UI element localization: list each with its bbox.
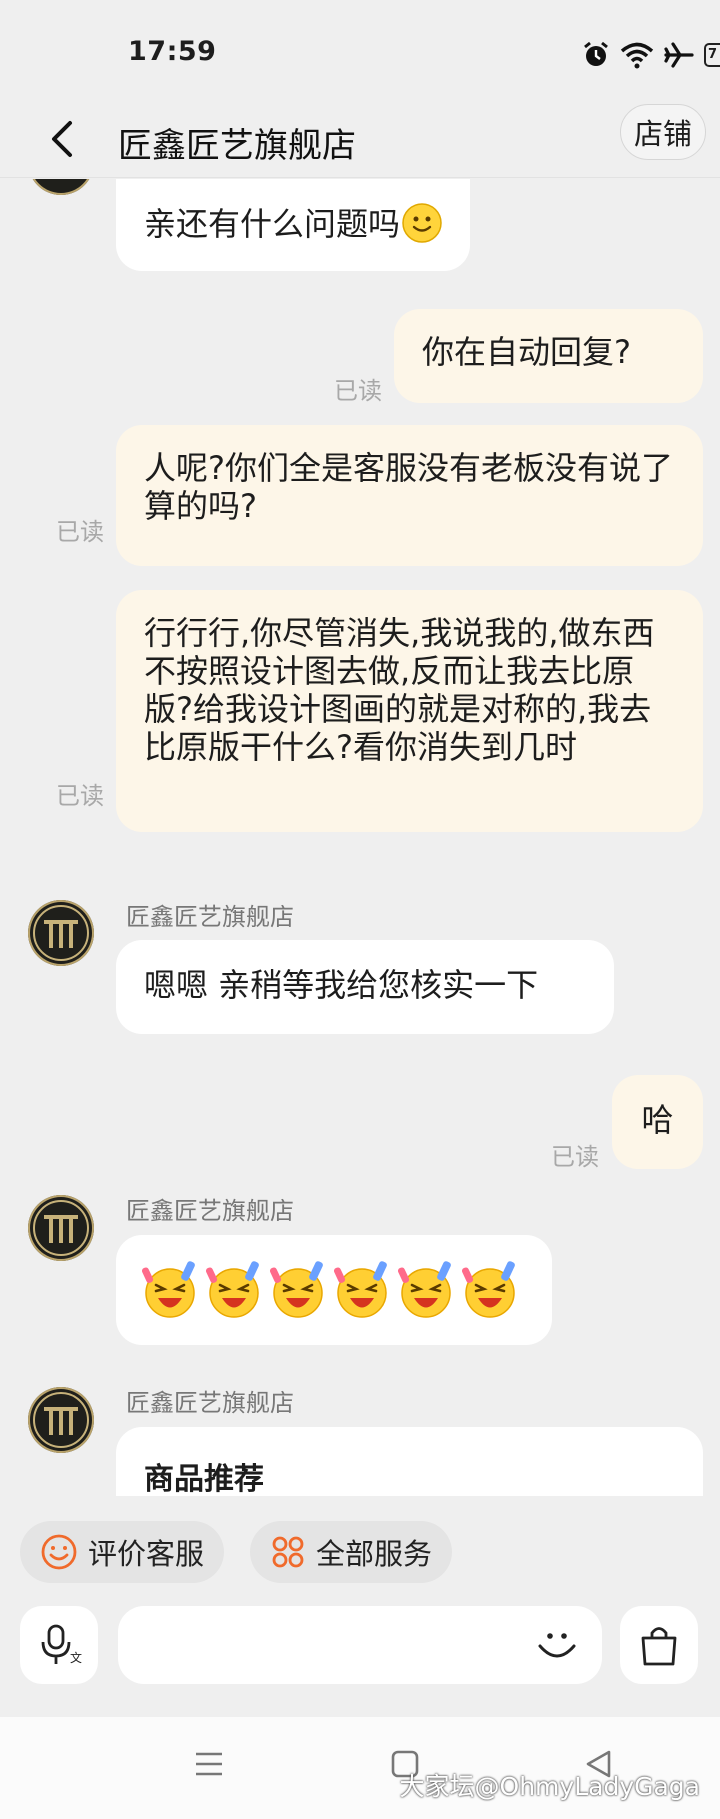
celebrating-face-emoji-icon [397, 1261, 451, 1318]
menu-nav-button[interactable] [194, 1749, 224, 1779]
message-sent[interactable]: 你在自动回复? [394, 309, 703, 403]
wifi-icon [620, 41, 654, 69]
battery-icon: 7 [704, 43, 720, 67]
page-title: 匠鑫匠艺旗舰店 [118, 126, 356, 166]
svg-text:文: 文 [70, 1650, 82, 1665]
read-status: 已读 [551, 1143, 599, 1171]
message-sent[interactable]: 哈 [612, 1075, 703, 1169]
message-text: 你在自动回复? [422, 333, 631, 371]
product-recommend-card[interactable]: 商品推荐 [116, 1427, 703, 1496]
chat-area[interactable]: 亲还有什么问题吗 已读 你在自动回复? 已读 人呢?你们全是客服没有老板没有说了… [0, 179, 720, 1496]
read-status: 已读 [56, 782, 104, 810]
card-title: 商品推荐 [144, 1462, 264, 1496]
avatar[interactable] [28, 1195, 94, 1261]
message-text: 哈 [641, 1101, 674, 1139]
emoji-icon [538, 1633, 576, 1658]
message-sent[interactable]: 人呢?你们全是客服没有老板没有说了算的吗? [116, 425, 703, 566]
watermark: 大家坛@OhmyLadyGaga [399, 1772, 700, 1801]
chevron-left-icon [52, 121, 72, 157]
sender-name: 匠鑫匠艺旗舰店 [126, 1389, 294, 1417]
input-bar: 文 [0, 1604, 720, 1714]
chip-label: 全部服务 [316, 1537, 433, 1571]
all-services-button[interactable]: 全部服务 [250, 1521, 453, 1583]
grid-icon [272, 1536, 304, 1568]
smile-icon [41, 1534, 77, 1570]
chat-header: 匠鑫匠艺旗舰店 店铺 [0, 100, 720, 178]
shop-button[interactable]: 店铺 [620, 104, 706, 160]
celebrating-face-emoji-icon [205, 1261, 259, 1318]
message-received[interactable]: 亲还有什么问题吗 [116, 179, 471, 271]
status-time: 17:59 [128, 36, 217, 67]
airplane-icon [664, 41, 694, 69]
message-text: 行行行,你尽管消失,我说我的,做东西不按照设计图去做,反而让我去比原版?给我设计… [144, 614, 655, 766]
menu-icon [196, 1752, 222, 1776]
read-status: 已读 [56, 518, 104, 546]
alarm-icon [582, 41, 610, 69]
chip-label: 评价客服 [88, 1537, 205, 1571]
back-button[interactable] [38, 114, 88, 164]
emoji-row [140, 1257, 528, 1321]
shopping-bag-icon [641, 1627, 677, 1666]
celebrating-face-emoji-icon [333, 1261, 387, 1318]
message-text: 亲还有什么问题吗 [144, 205, 401, 243]
avatar[interactable] [28, 179, 94, 195]
smiley-emoji-icon [402, 203, 442, 243]
microphone-icon: 文 [41, 1624, 82, 1665]
sender-name: 匠鑫匠艺旗舰店 [126, 1197, 294, 1225]
rate-service-button[interactable]: 评价客服 [20, 1521, 225, 1583]
read-status: 已读 [334, 377, 382, 405]
system-nav-bar: 大家坛@OhmyLadyGaga [0, 1717, 720, 1819]
celebrating-face-emoji-icon [141, 1261, 195, 1318]
message-received[interactable]: 嗯嗯 亲稍等我给您核实一下 [116, 940, 614, 1034]
shopping-bag-button[interactable] [620, 1606, 698, 1684]
emoji-button[interactable] [530, 1618, 584, 1672]
celebrating-face-emoji-icon [269, 1261, 323, 1318]
avatar[interactable] [28, 1387, 94, 1453]
status-bar: 17:59 7 [0, 0, 720, 100]
avatar[interactable] [28, 900, 94, 966]
message-sent[interactable]: 行行行,你尽管消失,我说我的,做东西不按照设计图去做,反而让我去比原版?给我设计… [116, 590, 703, 832]
message-text: 人呢?你们全是客服没有老板没有说了算的吗? [144, 449, 673, 525]
celebrating-face-emoji-icon [461, 1261, 515, 1318]
message-text: 嗯嗯 亲稍等我给您核实一下 [144, 966, 539, 1004]
voice-input-button[interactable]: 文 [20, 1606, 98, 1684]
message-received[interactable] [116, 1235, 552, 1345]
sender-name: 匠鑫匠艺旗舰店 [126, 903, 294, 931]
status-icons: 7 [582, 40, 720, 70]
